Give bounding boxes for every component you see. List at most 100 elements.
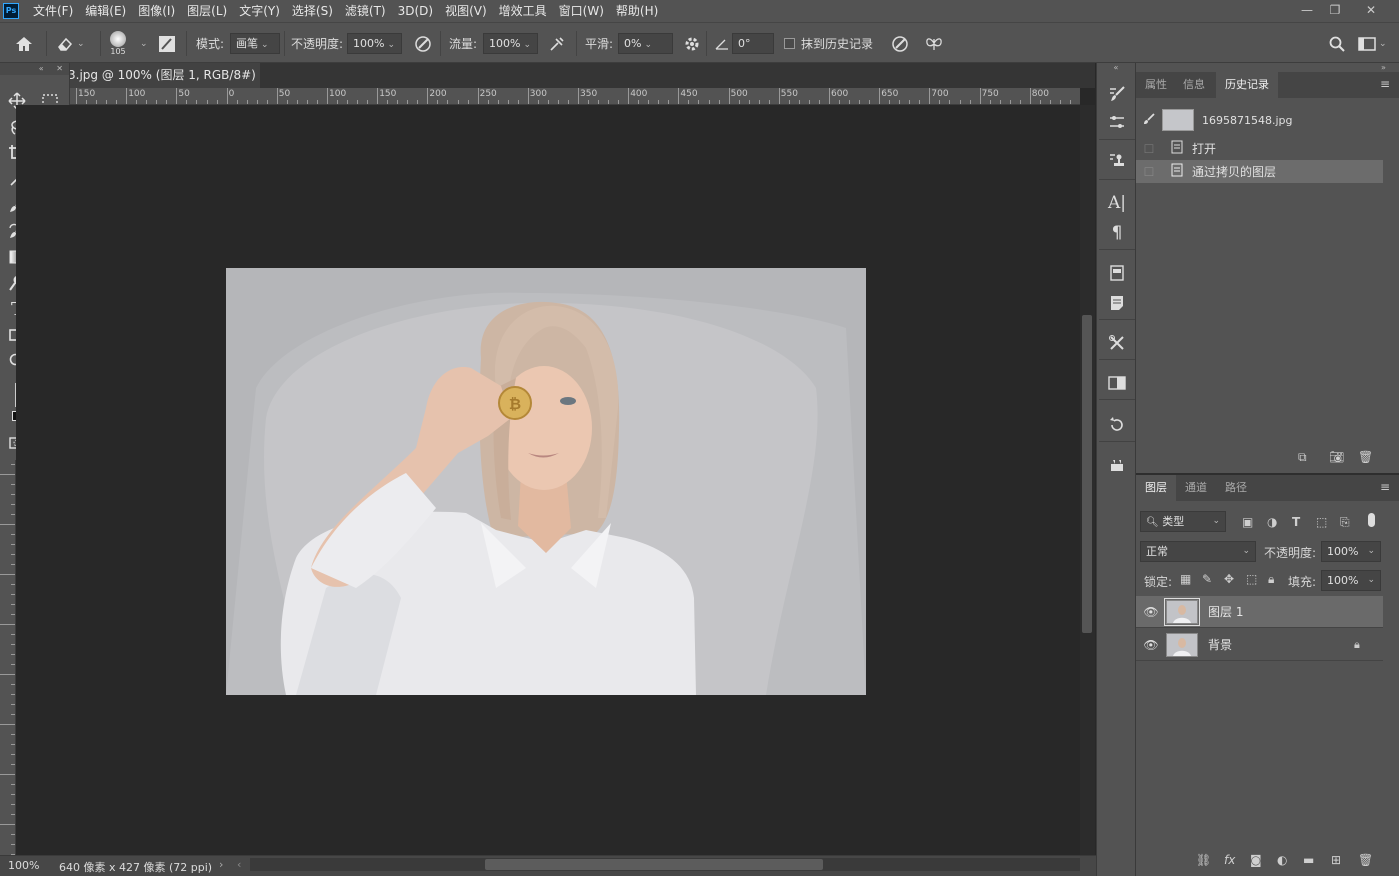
workspace-icon[interactable]: ⌄ xyxy=(1358,23,1387,64)
restore-icon[interactable]: ❐ xyxy=(1320,0,1350,22)
collapse-icons-icon[interactable]: « xyxy=(1097,63,1135,73)
symmetry-butterfly-icon[interactable] xyxy=(924,23,944,64)
pressure-size-icon[interactable] xyxy=(891,23,909,64)
brush-settings-panel-icon[interactable] xyxy=(1105,82,1129,106)
minimize-icon[interactable]: — xyxy=(1292,0,1322,22)
trash-icon[interactable]: 🗑︎ xyxy=(1358,853,1373,867)
character-panel-icon[interactable]: A| xyxy=(1105,191,1129,215)
brush-size-picker[interactable]: 105 xyxy=(110,23,126,64)
menu-help[interactable]: 帮助(H) xyxy=(610,0,664,22)
lock-icon[interactable]: 🔒︎ xyxy=(1354,638,1360,652)
brush-settings-icon[interactable] xyxy=(158,23,176,64)
layer-name[interactable]: 背景 xyxy=(1208,636,1232,653)
adjustments-sliders-icon[interactable] xyxy=(1105,110,1129,134)
filter-toggle-icon[interactable] xyxy=(1368,513,1375,527)
menu-plugins[interactable]: 增效工具 xyxy=(493,0,553,22)
lock-transparent-icon[interactable]: ▦ xyxy=(1180,572,1191,586)
new-group-folder-icon[interactable]: ▬ xyxy=(1303,853,1314,867)
layer-row[interactable]: 👁︎ 背景 🔒︎ xyxy=(1136,629,1383,661)
swatches-gradient-icon[interactable] xyxy=(1105,371,1129,395)
layer-row[interactable]: 👁︎ 图层 1 xyxy=(1136,596,1383,628)
menu-layer[interactable]: 图层(L) xyxy=(181,0,233,22)
new-adjustment-layer-icon[interactable]: ◐ xyxy=(1277,853,1287,867)
link-layers-icon[interactable]: ⛓︎ xyxy=(1196,853,1211,867)
history-panel-icon[interactable] xyxy=(1105,413,1129,437)
actions-plugin-icon[interactable] xyxy=(1105,453,1129,477)
tools-panel-header[interactable]: « ✕ xyxy=(0,63,69,75)
tab-paths[interactable]: 路径 xyxy=(1216,475,1256,501)
horizontal-ruler[interactable]: 150 100 50 0 50 100 150 200 250 300 350 400 450 500 55… xyxy=(70,88,1080,105)
tab-properties[interactable]: 属性 xyxy=(1136,72,1176,98)
tools-preset-icon[interactable] xyxy=(1105,331,1129,355)
new-layer-icon[interactable]: ⊞ xyxy=(1331,853,1341,867)
history-brush-source-icon[interactable] xyxy=(1136,112,1162,129)
collapse-panel-icon[interactable]: » xyxy=(1381,63,1386,72)
pressure-opacity-icon[interactable] xyxy=(414,23,432,64)
horizontal-scroll-thumb[interactable] xyxy=(485,859,823,870)
history-state-layer-via-copy[interactable]: ☐ 通过拷贝的图层 xyxy=(1136,160,1383,183)
layer-style-fx-icon[interactable]: fx xyxy=(1224,853,1235,867)
fill-field[interactable]: 100% ⌄ xyxy=(1321,570,1381,591)
notes-panel-icon[interactable] xyxy=(1105,291,1129,315)
vertical-ruler[interactable] xyxy=(0,460,16,855)
menu-select[interactable]: 选择(S) xyxy=(286,0,339,22)
search-icon[interactable] xyxy=(1328,23,1346,64)
filter-shape-icon[interactable]: ⬚ xyxy=(1316,515,1327,529)
menu-window[interactable]: 窗口(W) xyxy=(553,0,610,22)
add-mask-icon[interactable]: ◙ xyxy=(1250,853,1262,867)
gear-icon[interactable] xyxy=(683,23,701,64)
history-snapshot[interactable]: 1695871548.jpg xyxy=(1136,105,1383,135)
filter-smart-object-icon[interactable]: ⎘ xyxy=(1340,515,1350,530)
menu-view[interactable]: 视图(V) xyxy=(439,0,493,22)
opacity-field[interactable]: 100% ⌄ xyxy=(347,33,402,54)
airbrush-icon[interactable] xyxy=(548,23,566,64)
menu-edit[interactable]: 编辑(E) xyxy=(79,0,132,22)
lock-artboard-icon[interactable]: ⬚ xyxy=(1246,572,1257,586)
mode-select[interactable]: 画笔 ⌄ xyxy=(230,33,280,54)
history-source-box[interactable]: ☐ xyxy=(1136,165,1162,179)
visibility-eye-icon[interactable]: 👁︎ xyxy=(1136,605,1166,619)
layer-filter-select[interactable]: 🔍︎ 类型 ⌄ xyxy=(1140,511,1226,532)
blend-mode-select[interactable]: 正常 ⌄ xyxy=(1140,541,1256,562)
filter-pixel-icon[interactable]: ▣ xyxy=(1242,515,1253,529)
new-document-from-state-icon[interactable]: ⧉ xyxy=(1298,450,1307,465)
visibility-eye-icon[interactable]: 👁︎ xyxy=(1136,638,1166,652)
close-icon[interactable]: ✕ xyxy=(1356,0,1386,22)
tab-channels[interactable]: 通道 xyxy=(1176,475,1216,501)
menu-3d[interactable]: 3D(D) xyxy=(392,0,439,22)
home-icon[interactable] xyxy=(14,23,34,64)
smoothing-field[interactable]: 0% ⌄ xyxy=(618,33,673,54)
angle-field[interactable]: 0° xyxy=(732,33,774,54)
tab-history[interactable]: 历史记录 xyxy=(1216,72,1278,98)
menu-type[interactable]: 文字(Y) xyxy=(233,0,286,22)
erase-history-checkbox[interactable]: 抹到历史记录 xyxy=(784,23,873,64)
layer-name[interactable]: 图层 1 xyxy=(1208,603,1243,620)
filter-adjustment-icon[interactable]: ◑ xyxy=(1267,515,1277,529)
menu-file[interactable]: 文件(F) xyxy=(27,0,79,22)
tab-layers[interactable]: 图层 xyxy=(1136,475,1176,501)
filter-type-icon[interactable]: T xyxy=(1292,515,1300,529)
clone-source-icon[interactable] xyxy=(1105,149,1129,173)
flow-field[interactable]: 100% ⌄ xyxy=(483,33,538,54)
panel-menu-icon[interactable]: ≡ xyxy=(1380,77,1390,91)
vertical-scroll-thumb[interactable] xyxy=(1082,315,1092,633)
lock-all-icon[interactable]: 🔒︎ xyxy=(1268,572,1274,587)
eraser-preset-icon[interactable]: ⌄ xyxy=(56,23,85,64)
lock-image-brush-icon[interactable]: ✎ xyxy=(1202,572,1212,586)
lock-position-icon[interactable]: ✥ xyxy=(1224,572,1234,586)
camera-snapshot-icon[interactable]: 📷︎ xyxy=(1329,450,1344,464)
chevron-down-icon[interactable]: ⌄ xyxy=(140,23,148,64)
paragraph-panel-icon[interactable]: ¶ xyxy=(1105,221,1129,245)
chevron-right-icon[interactable]: › xyxy=(219,858,223,871)
trash-icon[interactable]: 🗑︎ xyxy=(1358,450,1373,464)
scroll-left-icon[interactable]: ‹ xyxy=(237,858,241,871)
panel-menu-icon[interactable]: ≡ xyxy=(1380,480,1390,494)
history-state-open[interactable]: ☐ 打开 xyxy=(1136,137,1383,160)
tab-info[interactable]: 信息 xyxy=(1174,72,1214,98)
zoom-level[interactable]: 100% xyxy=(8,859,39,872)
glyphs-panel-icon[interactable] xyxy=(1105,261,1129,285)
document-image[interactable]: ₿ xyxy=(226,268,866,695)
history-source-box[interactable]: ☐ xyxy=(1136,142,1162,156)
document-info[interactable]: 640 像素 x 427 像素 (72 ppi) xyxy=(59,859,212,875)
document-tab[interactable]: 3.jpg @ 100% (图层 1, RGB/8#) * ✕ xyxy=(70,63,260,88)
